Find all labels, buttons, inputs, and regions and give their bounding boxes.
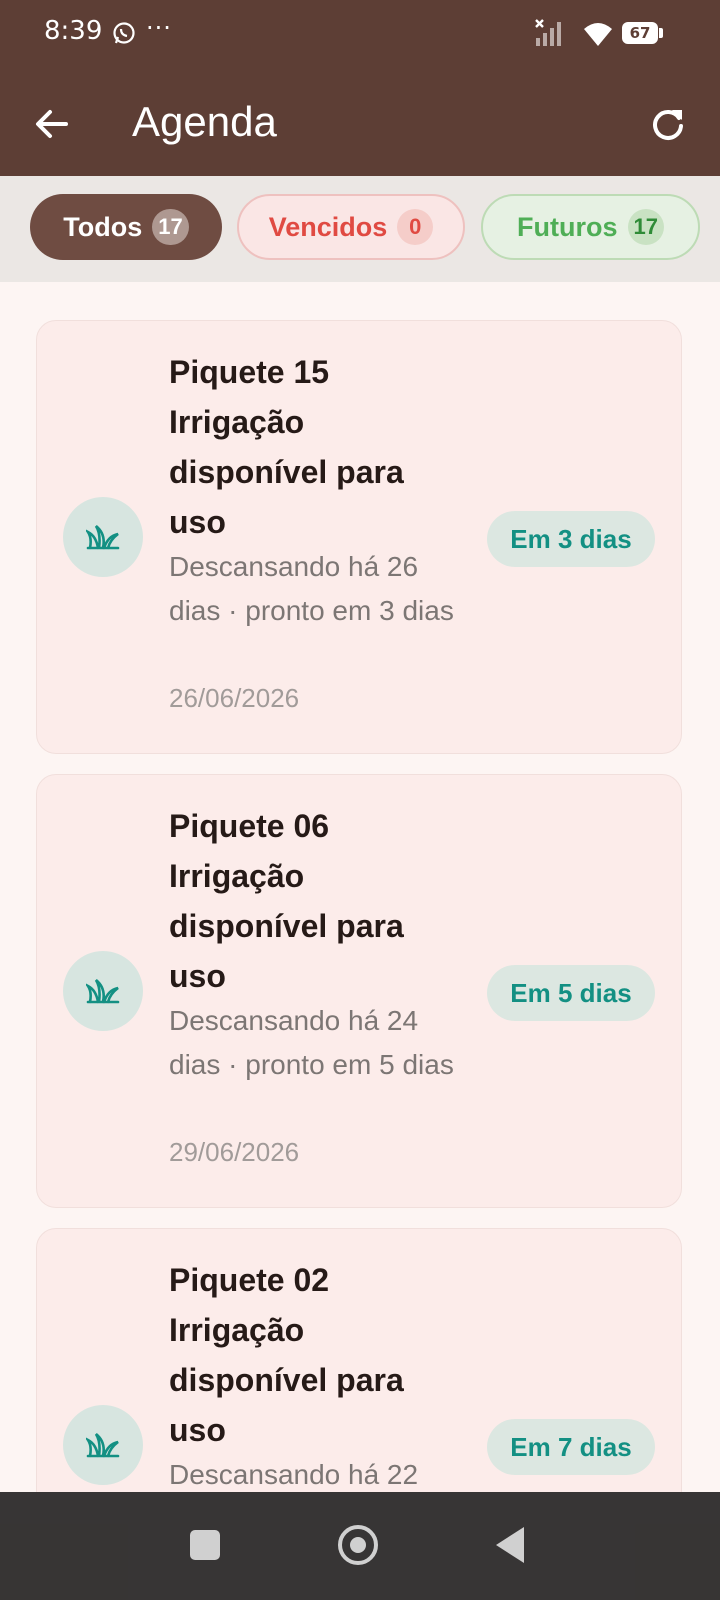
chip-count: 0 [397, 209, 434, 245]
filter-chip-todos[interactable]: Todos 17 [30, 194, 222, 260]
chip-label: Todos [63, 211, 143, 242]
agenda-item-title: Piquete 15 Irrigação disponível para uso [169, 354, 404, 540]
agenda-item-description: Descansando há 22 dias · pronto em 7 dia… [169, 1459, 419, 1490]
due-badge: Em 5 dias [487, 965, 655, 1021]
chip-label: Futuros [517, 211, 618, 242]
wifi-icon [584, 23, 612, 46]
filter-chip-vencidos[interactable]: Vencidos 0 [237, 194, 465, 260]
signal-icon [535, 19, 561, 46]
system-navigation-bar [0, 1492, 720, 1600]
back-triangle-icon[interactable] [496, 1527, 524, 1563]
agenda-item-date: 29/06/2026 [169, 1137, 300, 1167]
system-icons: 67 [534, 18, 664, 50]
agenda-list[interactable]: Piquete 15 Irrigação disponível para uso… [0, 282, 720, 1492]
more-notifications-icon: ··· [146, 14, 172, 42]
grass-icon [63, 951, 143, 1031]
filter-chip-futuros[interactable]: Futuros 17 [481, 194, 700, 260]
app-bar: Agenda [0, 68, 720, 176]
status-bar: 8:39 ··· 67 [0, 0, 720, 68]
agenda-item-date: 26/06/2026 [169, 683, 300, 713]
due-badge: Em 3 dias [487, 511, 655, 567]
agenda-item-description: Descansando há 24 dias · pronto em 5 dia… [169, 1005, 454, 1080]
filter-chips: Todos 17 Vencidos 0 Futuros 17 [0, 176, 720, 282]
chip-count: 17 [152, 209, 189, 245]
battery-level: 67 [622, 22, 658, 44]
back-arrow-icon[interactable] [30, 102, 74, 146]
agenda-card[interactable]: Piquete 06 Irrigação disponível para uso… [36, 774, 682, 1208]
recent-apps-icon[interactable] [190, 1530, 220, 1560]
refresh-icon[interactable] [648, 104, 688, 144]
agenda-item-title: Piquete 02 Irrigação disponível para uso [169, 1262, 404, 1448]
chip-count: 17 [627, 209, 664, 245]
battery-tip [659, 28, 663, 38]
due-badge: Em 7 dias [487, 1419, 655, 1475]
battery-icon: 67 [622, 22, 664, 44]
agenda-item-description: Descansando há 26 dias · pronto em 3 dia… [169, 551, 454, 626]
whatsapp-icon [113, 22, 135, 44]
agenda-card[interactable]: Piquete 15 Irrigação disponível para uso… [36, 320, 682, 754]
status-time: 8:39 [44, 16, 103, 46]
chip-label: Vencidos [268, 211, 388, 242]
page-title: Agenda [132, 98, 277, 145]
agenda-item-title: Piquete 06 Irrigação disponível para uso [169, 808, 404, 994]
agenda-card[interactable]: Piquete 02 Irrigação disponível para uso… [36, 1228, 682, 1492]
grass-icon [63, 1405, 143, 1485]
grass-icon [63, 497, 143, 577]
home-icon[interactable] [338, 1525, 378, 1565]
